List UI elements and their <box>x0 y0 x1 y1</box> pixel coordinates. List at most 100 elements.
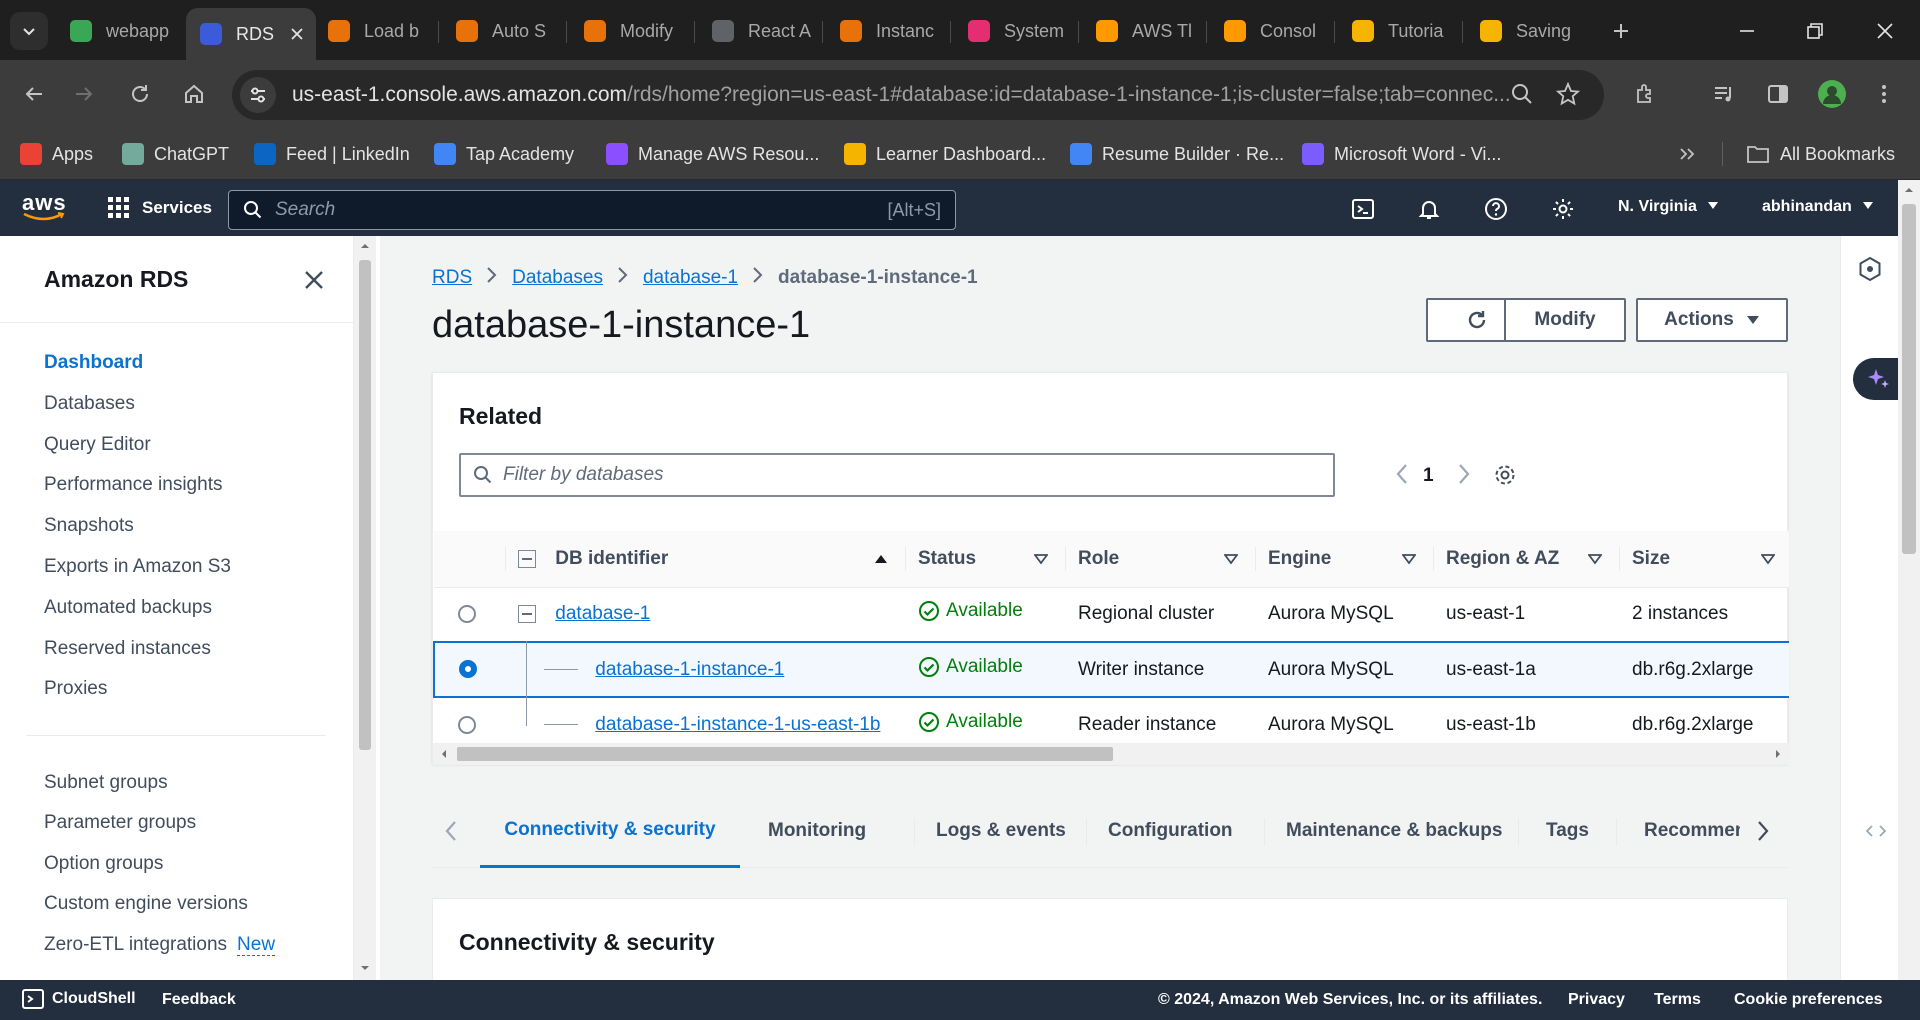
aws-search-input[interactable]: Search [Alt+S] <box>228 190 956 230</box>
breadcrumb-databases[interactable]: Databases <box>512 267 603 289</box>
cloudshell-button[interactable] <box>1348 194 1378 224</box>
all-bookmarks-button[interactable]: All Bookmarks <box>1746 138 1895 170</box>
zoom-button[interactable] <box>1510 82 1534 111</box>
breadcrumb-rds[interactable]: RDS <box>432 267 472 289</box>
sidebar-item-proxies[interactable]: Proxies <box>44 678 107 700</box>
media-controls-button[interactable] <box>1706 76 1742 112</box>
db-identifier-link[interactable]: database-1-instance-1 <box>595 659 784 680</box>
close-tab-icon[interactable] <box>290 27 304 41</box>
cookie-preferences-link[interactable]: Cookie preferences <box>1734 991 1883 1009</box>
table-preferences-button[interactable] <box>1493 463 1517 493</box>
bookmark-linkedin[interactable]: Feed | LinkedIn <box>254 138 410 170</box>
browser-tab-modify[interactable]: Modify <box>570 14 690 48</box>
more-bookmarks-button[interactable] <box>1678 138 1696 170</box>
services-menu-button[interactable]: Services <box>108 190 212 226</box>
bookmark-apps[interactable]: Apps <box>20 138 93 170</box>
bookmark-chatgpt[interactable]: ChatGPT <box>122 138 229 170</box>
sidebar-item-option-groups[interactable]: Option groups <box>44 853 163 875</box>
browser-tab-rds[interactable]: RDS <box>186 8 316 60</box>
db-identifier-link[interactable]: database-1 <box>555 603 650 624</box>
address-bar[interactable]: us-east-1.console.aws.amazon.com/rds/hom… <box>232 70 1604 120</box>
sidebar-item-query-editor[interactable]: Query Editor <box>44 434 151 456</box>
browser-tab-aws-tutorial[interactable]: AWS Tl <box>1082 14 1202 48</box>
sidebar-item-exports-in-amazon-s3[interactable]: Exports in Amazon S3 <box>44 556 231 578</box>
tab-logs-events[interactable]: Logs & events <box>936 794 1066 868</box>
back-button[interactable] <box>16 76 52 112</box>
sidebar-item-reserved-instances[interactable]: Reserved instances <box>44 638 211 660</box>
tab-search-button[interactable] <box>10 12 48 50</box>
row-radio[interactable] <box>458 605 476 624</box>
browser-menu-button[interactable] <box>1866 76 1902 112</box>
site-info-button[interactable] <box>240 77 276 113</box>
browser-tab-instances[interactable]: Instanc <box>826 14 946 48</box>
minimize-button[interactable] <box>1732 16 1762 46</box>
forward-button[interactable] <box>66 76 102 112</box>
side-nav-scrollbar[interactable] <box>354 236 376 980</box>
profile-avatar[interactable] <box>1814 76 1850 112</box>
region-selector[interactable]: N. Virginia <box>1618 198 1719 216</box>
bookmark-manage-aws-resources[interactable]: Manage AWS Resou... <box>606 138 819 170</box>
bookmark-resume-builder[interactable]: Resume Builder · Re... <box>1070 138 1284 170</box>
account-menu[interactable]: abhinandan <box>1762 198 1874 216</box>
sidebar-item-databases[interactable]: Databases <box>44 393 135 415</box>
tab-configuration[interactable]: Configuration <box>1108 794 1233 868</box>
row-select-cell[interactable] <box>433 641 506 698</box>
row-radio-selected[interactable] <box>459 660 477 679</box>
column-role[interactable]: Role <box>1066 531 1256 588</box>
table-row-selected[interactable]: database-1-instance-1 Available Writer i… <box>433 641 1789 701</box>
sidebar-item-zero-etl-integrations[interactable]: Zero-ETL integrations New <box>44 934 276 956</box>
table-scroll-thumb[interactable] <box>457 747 1113 761</box>
browser-tab-system[interactable]: System <box>954 14 1074 48</box>
sidebar-item-automated-backups[interactable]: Automated backups <box>44 597 212 619</box>
browser-tab-react-app[interactable]: React A <box>698 14 818 48</box>
page-scrollbar[interactable] <box>1898 180 1920 980</box>
tab-recommendations[interactable]: Recommen <box>1644 794 1740 868</box>
feedback-link[interactable]: Feedback <box>162 991 236 1009</box>
actions-dropdown[interactable]: Actions <box>1636 298 1788 342</box>
sidebar-item-dashboard[interactable]: Dashboard <box>44 352 143 374</box>
extensions-button[interactable] <box>1628 76 1664 112</box>
bookmark-learner-dashboard[interactable]: Learner Dashboard... <box>844 138 1046 170</box>
db-identifier-link[interactable]: database-1-instance-1-us-east-1b <box>595 714 880 735</box>
reload-button[interactable] <box>122 76 158 112</box>
sidebar-item-parameter-groups[interactable]: Parameter groups <box>44 812 196 834</box>
collapse-all-button[interactable] <box>518 549 536 568</box>
tab-monitoring[interactable]: Monitoring <box>768 794 866 868</box>
previous-page-button[interactable] <box>1395 463 1409 491</box>
browser-tab-auto-scaling[interactable]: Auto S <box>442 14 562 48</box>
tab-maintenance-backups[interactable]: Maintenance & backups <box>1286 794 1502 868</box>
next-page-button[interactable] <box>1457 463 1471 491</box>
filter-databases-input[interactable]: Filter by databases <box>459 453 1335 497</box>
modify-button[interactable]: Modify <box>1504 298 1626 342</box>
column-region-az[interactable]: Region & AZ <box>1434 531 1620 588</box>
help-button[interactable] <box>1481 194 1511 224</box>
row-select-cell[interactable] <box>434 587 506 643</box>
privacy-link[interactable]: Privacy <box>1568 991 1625 1009</box>
sidebar-item-subnet-groups[interactable]: Subnet groups <box>44 772 168 794</box>
browser-tab-tutorial[interactable]: Tutoria <box>1338 14 1458 48</box>
cloudshell-footer-button[interactable]: CloudShell <box>22 988 136 1010</box>
close-window-button[interactable] <box>1870 16 1900 46</box>
column-engine[interactable]: Engine <box>1256 531 1434 588</box>
new-tab-button[interactable] <box>1606 16 1636 46</box>
side-nav-scroll-thumb[interactable] <box>359 260 371 750</box>
aws-logo[interactable]: aws <box>22 190 67 221</box>
column-status[interactable]: Status <box>906 531 1066 588</box>
bookmark-star-button[interactable] <box>1555 81 1581 111</box>
row-radio[interactable] <box>458 715 476 734</box>
page-number[interactable]: 1 <box>1423 465 1434 487</box>
browser-tab-webapp[interactable]: webapp <box>56 14 176 48</box>
column-size[interactable]: Size <box>1620 531 1789 588</box>
tabs-scroll-right-button[interactable] <box>1756 794 1770 868</box>
restore-button[interactable] <box>1800 16 1830 46</box>
page-scroll-thumb[interactable] <box>1902 204 1916 554</box>
terms-link[interactable]: Terms <box>1654 991 1701 1009</box>
bookmark-tap-academy[interactable]: Tap Academy <box>434 138 574 170</box>
settings-button[interactable] <box>1548 194 1578 224</box>
column-db-identifier[interactable]: DB identifier <box>506 531 906 588</box>
info-panel-button[interactable] <box>1857 256 1883 287</box>
close-side-nav-button[interactable] <box>300 266 328 294</box>
breadcrumb-cluster[interactable]: database-1 <box>643 267 738 289</box>
sidebar-item-performance-insights[interactable]: Performance insights <box>44 474 222 496</box>
collapse-row-button[interactable] <box>518 605 536 624</box>
